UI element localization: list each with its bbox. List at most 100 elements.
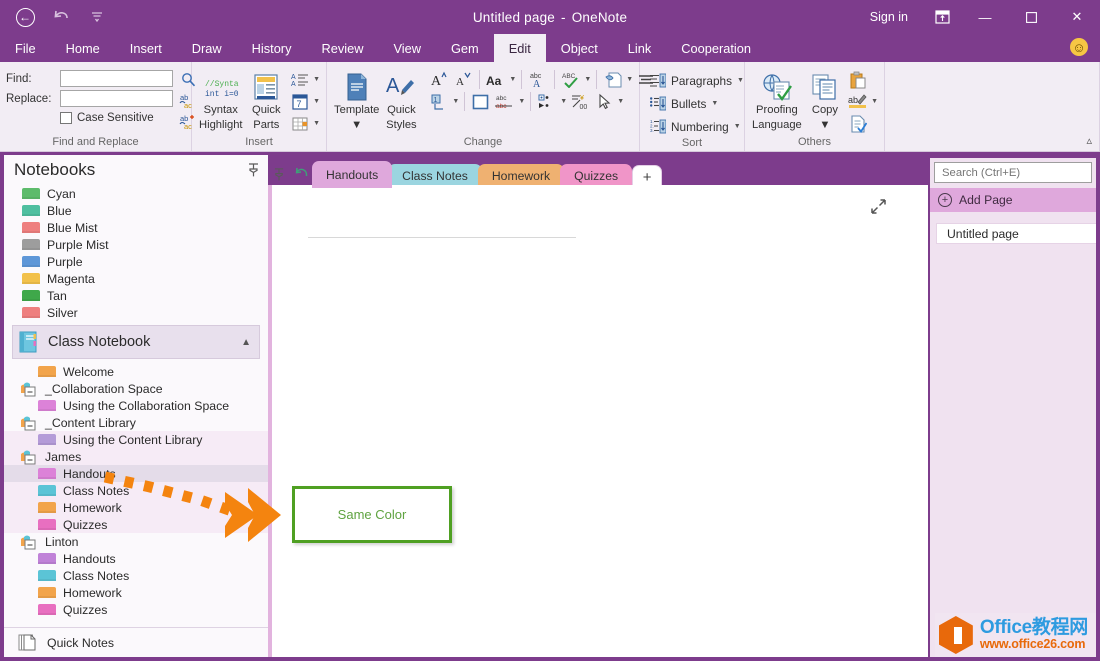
sort-numbering-caret-icon[interactable]: ▼ xyxy=(734,123,741,130)
section-linton-homework[interactable]: Homework xyxy=(4,584,268,601)
section-linton-handouts[interactable]: Handouts xyxy=(4,550,268,567)
sort-paragraphs-button[interactable]: Paragraphs ▼ xyxy=(646,70,748,91)
proofing-language-button[interactable]: Proofing Language xyxy=(751,66,803,133)
strikethrough-button[interactable]: abc abc xyxy=(494,91,516,112)
align-text-row[interactable]: A A ▼ xyxy=(289,69,320,90)
expand-page-button[interactable] xyxy=(871,199,886,214)
section-group-content-library[interactable]: _Content Library xyxy=(4,414,268,431)
close-button[interactable]: ✕ xyxy=(1054,0,1100,34)
sort-bullets-button[interactable]: Bullets ▼ xyxy=(646,93,748,114)
syntax-highlight-button[interactable]: //Syntax int i=0; Syntax Highlight xyxy=(198,66,244,133)
tab-review[interactable]: Review xyxy=(306,34,378,62)
notebook-item-tan[interactable]: Tan xyxy=(4,287,268,304)
sort-paragraphs-caret-icon[interactable]: ▼ xyxy=(737,77,744,84)
sort-bullets-caret-icon[interactable]: ▼ xyxy=(711,100,718,107)
section-james-handouts[interactable]: Handouts xyxy=(4,465,268,482)
text-highlight-caret-icon[interactable]: ▼ xyxy=(626,76,633,83)
grow-font-button[interactable]: A xyxy=(428,69,450,90)
section-james-class-notes[interactable]: Class Notes xyxy=(4,482,268,499)
document-check-row[interactable] xyxy=(847,113,878,134)
paste-row[interactable] xyxy=(847,69,878,90)
notebook-item-blue-mist[interactable]: Blue Mist xyxy=(4,219,268,236)
section-linton-quizzes[interactable]: Quizzes xyxy=(4,601,268,618)
highlight-pen-row[interactable]: ab ▼ xyxy=(847,91,878,112)
spelling-check-button[interactable]: ABC xyxy=(560,69,582,90)
tab-home[interactable]: Home xyxy=(51,34,115,62)
notebook-item-silver[interactable]: Silver xyxy=(4,304,268,321)
tab-gem[interactable]: Gem xyxy=(436,34,494,62)
ribbon-display-options-button[interactable] xyxy=(922,0,962,34)
bullet-list-button[interactable] xyxy=(536,91,558,112)
notebook-item-magenta[interactable]: Magenta xyxy=(4,270,268,287)
section-using-collaboration-space[interactable]: Using the Collaboration Space xyxy=(4,397,268,414)
change-case-caret-icon[interactable]: ▼ xyxy=(509,76,516,83)
table-row-insert[interactable]: ▼ xyxy=(289,113,320,134)
note-container-same-color[interactable]: Same Color xyxy=(292,486,452,543)
shrink-font-button[interactable]: A xyxy=(452,69,474,90)
copy-button[interactable]: Copy ▼ xyxy=(807,66,843,133)
section-james-quizzes[interactable]: Quizzes xyxy=(4,516,268,533)
search-box[interactable]: ▼ xyxy=(934,162,1098,183)
table-caret-icon[interactable]: ▼ xyxy=(313,120,320,127)
notebook-item-purple-mist[interactable]: Purple Mist xyxy=(4,236,268,253)
date-caret-icon[interactable]: ▼ xyxy=(313,98,320,105)
maximize-button[interactable] xyxy=(1008,0,1054,34)
strikethrough-caret-icon[interactable]: ▼ xyxy=(518,98,525,105)
quick-access-more-button[interactable] xyxy=(86,6,108,28)
highlight-pen-button[interactable]: ab xyxy=(847,91,869,112)
notebook-item-blue[interactable]: Blue xyxy=(4,202,268,219)
section-using-content-library[interactable]: Using the Content Library xyxy=(4,431,268,448)
find-input[interactable] xyxy=(60,70,173,87)
section-group-james[interactable]: James xyxy=(4,448,268,465)
indent-button[interactable]: 1 xyxy=(428,91,450,112)
sign-in-button[interactable]: Sign in xyxy=(856,10,922,24)
superscript-button[interactable]: abc A xyxy=(527,69,549,90)
pin-tabs-button[interactable] xyxy=(268,160,290,188)
section-welcome[interactable]: Welcome xyxy=(4,363,268,380)
tab-insert[interactable]: Insert xyxy=(115,34,177,62)
tab-link[interactable]: Link xyxy=(613,34,666,62)
copy-caret-icon[interactable]: ▼ xyxy=(819,117,830,132)
date-row[interactable]: 7 ▼ xyxy=(289,91,320,112)
add-page-button[interactable]: + Add Page xyxy=(930,188,1096,212)
tab-object[interactable]: Object xyxy=(546,34,613,62)
feedback-smiley-icon[interactable]: ☺ xyxy=(1070,38,1088,56)
minimize-button[interactable]: — xyxy=(962,0,1008,34)
quick-styles-button[interactable]: A Quick Styles xyxy=(384,66,418,133)
section-group-linton[interactable]: Linton xyxy=(4,533,268,550)
highlight-pen-caret-icon[interactable]: ▼ xyxy=(871,98,878,105)
open-notebook-class-notebook[interactable]: Class Notebook ▲ xyxy=(12,325,260,359)
tab-view[interactable]: View xyxy=(378,34,436,62)
align-text-button[interactable]: A A xyxy=(289,69,311,90)
replace-input[interactable] xyxy=(60,90,173,107)
change-case-button[interactable]: Aa xyxy=(485,69,507,90)
align-text-caret-icon[interactable]: ▼ xyxy=(313,76,320,83)
insert-table-button[interactable] xyxy=(289,113,311,134)
select-cursor-button[interactable] xyxy=(593,91,615,112)
document-check-button[interactable] xyxy=(847,113,869,134)
tab-edit[interactable]: Edit xyxy=(493,34,546,62)
tab-cooperation[interactable]: Cooperation xyxy=(666,34,766,62)
tab-file[interactable]: File xyxy=(0,34,51,62)
text-highlight-button[interactable] xyxy=(602,69,624,90)
template-caret-icon[interactable]: ▼ xyxy=(351,117,362,132)
section-group-collaboration-space[interactable]: _Collaboration Space xyxy=(4,380,268,397)
section-james-homework[interactable]: Homework xyxy=(4,499,268,516)
undo-button[interactable] xyxy=(50,6,72,28)
border-button[interactable] xyxy=(470,91,492,112)
select-cursor-caret-icon[interactable]: ▼ xyxy=(617,98,624,105)
tab-history[interactable]: History xyxy=(237,34,307,62)
collapse-ribbon-button[interactable]: ▵ xyxy=(1086,134,1092,147)
pin-icon[interactable] xyxy=(247,163,260,177)
paste-button[interactable] xyxy=(847,69,869,90)
indent-caret-icon[interactable]: ▼ xyxy=(452,98,459,105)
insert-date-button[interactable]: 7 xyxy=(289,91,311,112)
page-item-untitled[interactable]: Untitled page xyxy=(936,223,1096,244)
quick-notes-button[interactable]: Quick Notes xyxy=(4,627,268,657)
notebook-item-purple[interactable]: Purple xyxy=(4,253,268,270)
sort-numbering-button[interactable]: 1. 2. 3. Numbering ▼ xyxy=(646,116,748,137)
section-linton-class-notes[interactable]: Class Notes xyxy=(4,567,268,584)
back-button[interactable]: ← xyxy=(14,6,36,28)
chevron-up-icon[interactable]: ▲ xyxy=(241,337,251,348)
bullet-list-caret-icon[interactable]: ▼ xyxy=(560,98,567,105)
